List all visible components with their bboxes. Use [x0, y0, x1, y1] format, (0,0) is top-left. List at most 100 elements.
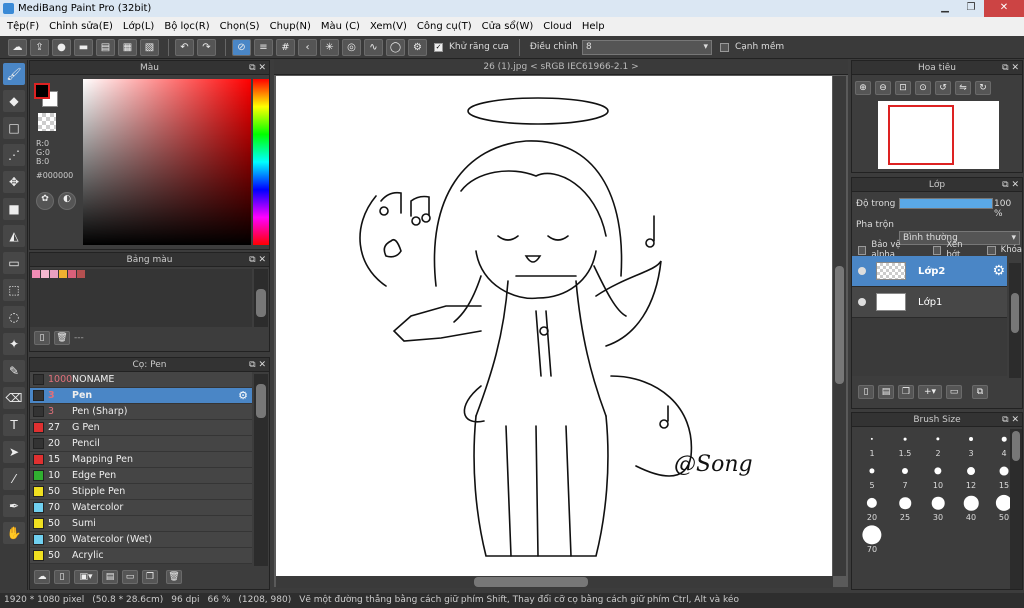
duplicate-layer-icon[interactable]: ⧉ [972, 385, 988, 399]
settings-icon[interactable]: ⚙ [408, 38, 427, 56]
brush-size-option[interactable]: 3 [955, 427, 987, 459]
brush-size-option[interactable]: 30 [922, 491, 954, 523]
operation-tool-icon[interactable]: ➤ [3, 441, 25, 463]
minimize-icon[interactable]: ▁ [932, 0, 958, 17]
bucket-tool-icon[interactable]: ◭ [3, 225, 25, 247]
brush-size-scrollbar[interactable] [1010, 429, 1022, 589]
palette-swatch[interactable] [59, 270, 67, 278]
export-icon[interactable]: ⇪ [30, 38, 49, 56]
canvas-vertical-scrollbar[interactable] [833, 76, 846, 576]
zoom-in-icon[interactable]: ⊕ [855, 81, 871, 95]
radial-snap-icon[interactable]: ✳ [320, 38, 339, 56]
magic-wand-tool-icon[interactable]: ✦ [3, 333, 25, 355]
text-tool-icon[interactable]: T [3, 414, 25, 436]
frame-icon[interactable]: ▧ [140, 38, 159, 56]
layer-settings-icon[interactable]: ⚙ [992, 263, 1005, 279]
panel-close-icon[interactable]: ⧉ ✕ [249, 253, 266, 267]
curve-snap-icon[interactable]: ∿ [364, 38, 383, 56]
brush-size-option[interactable]: 40 [955, 491, 987, 523]
brush-item[interactable]: 1000 NONAME [30, 372, 252, 388]
delete-palette-icon[interactable]: 🗑 [54, 331, 70, 345]
select-tool-icon[interactable]: ⬚ [3, 279, 25, 301]
opacity-slider[interactable] [899, 198, 993, 209]
hue-slider[interactable] [253, 79, 269, 245]
brush-size-option[interactable]: 10 [922, 459, 954, 491]
parallel-snap-icon[interactable]: ≡ [254, 38, 273, 56]
menu-view[interactable]: Xem(V) [365, 21, 412, 32]
clipping-checkbox[interactable] [933, 245, 942, 255]
select-eraser-tool-icon[interactable]: ⌫ [3, 387, 25, 409]
cloud-icon[interactable]: ☁ [8, 38, 27, 56]
brush-item[interactable]: 50 Sumi [30, 516, 252, 532]
duplicate-brush-icon[interactable]: ❐ [142, 570, 158, 584]
palette-icon[interactable]: ✿ [36, 192, 54, 210]
panel-icon[interactable]: ▦ [118, 38, 137, 56]
palette-swatch[interactable] [77, 270, 85, 278]
brush-item[interactable]: 70 Watercolor [30, 500, 252, 516]
menu-help[interactable]: Help [577, 21, 610, 32]
menu-tools[interactable]: Công cụ(T) [412, 21, 477, 32]
zoom-out-icon[interactable]: ⊖ [875, 81, 891, 95]
canvas-tab[interactable]: 26 (1).jpg < sRGB IEC61966-2.1 > [274, 59, 848, 75]
brush-size-option[interactable]: 12 [955, 459, 987, 491]
palette-swatch[interactable] [32, 270, 40, 278]
rotate-right-icon[interactable]: ↻ [975, 81, 991, 95]
visibility-icon[interactable] [858, 267, 866, 275]
saturation-value-picker[interactable] [83, 79, 251, 245]
snap-off-icon[interactable]: ⊘ [232, 38, 251, 56]
fit-icon[interactable]: ⊡ [895, 81, 911, 95]
antialias-checkbox[interactable]: ✓ [434, 42, 443, 52]
gradient-tool-icon[interactable]: ▭ [3, 252, 25, 274]
panel-close-icon[interactable]: ⧉ ✕ [249, 61, 266, 75]
brush-size-option[interactable]: 1 [856, 427, 888, 459]
layer-folder-icon[interactable]: ▭ [946, 385, 962, 399]
protect-alpha-checkbox[interactable] [858, 245, 867, 255]
menu-cloud[interactable]: Cloud [538, 21, 577, 32]
eyedropper-tool-icon[interactable]: ⁄ [3, 468, 25, 490]
brush-item[interactable]: 300 Watercolor (Wet) [30, 532, 252, 548]
hand-tool-icon[interactable]: ✋ [3, 522, 25, 544]
brush-size-option[interactable]: 5 [856, 459, 888, 491]
new-layer-icon[interactable]: ▯ [858, 385, 874, 399]
radial-line-icon[interactable]: ‹ [298, 38, 317, 56]
brush-item[interactable]: 20 Pencil [30, 436, 252, 452]
palette-swatch[interactable] [68, 270, 76, 278]
ellipse-snap-icon[interactable]: ◯ [386, 38, 405, 56]
text-bubble-icon[interactable]: ▬ [74, 38, 93, 56]
drawing-canvas[interactable]: @Song [276, 76, 832, 576]
rotate-left-icon[interactable]: ↺ [935, 81, 951, 95]
brush-settings-gear-icon[interactable]: ⚙ [238, 389, 248, 402]
eraser-tool-icon[interactable]: ◆ [3, 90, 25, 112]
palette-swatch[interactable] [50, 270, 58, 278]
brush-size-option[interactable]: 1.5 [889, 427, 921, 459]
brush-size-option[interactable]: 20 [856, 491, 888, 523]
brush-size-option[interactable]: 70 [856, 523, 888, 555]
lock-checkbox[interactable] [987, 245, 996, 255]
menu-file[interactable]: Tệp(F) [2, 21, 44, 32]
brush-size-option[interactable]: 7 [889, 459, 921, 491]
viewport-indicator[interactable] [888, 105, 954, 165]
maximize-icon[interactable]: ❐ [958, 0, 984, 17]
brush-item[interactable]: 50 Stipple Pen [30, 484, 252, 500]
menu-window[interactable]: Cửa sổ(W) [477, 21, 539, 32]
undo-icon[interactable]: ↶ [175, 38, 194, 56]
panel-close-icon[interactable]: ⧉ ✕ [249, 358, 266, 372]
cloud-brush-icon[interactable]: ☁ [34, 570, 50, 584]
visibility-icon[interactable] [858, 298, 866, 306]
delete-brush-icon[interactable]: 🗑 [166, 570, 182, 584]
move-tool-icon[interactable]: ✥ [3, 171, 25, 193]
menu-filter[interactable]: Bộ lọc(R) [159, 21, 214, 32]
foreground-color[interactable] [34, 83, 50, 99]
brush-item[interactable]: 50 Acrylic [30, 548, 252, 564]
brush-item[interactable]: 3 Pen ⚙ [30, 388, 252, 404]
copy-layer-icon[interactable]: ❐ [898, 385, 914, 399]
pen-tool-icon[interactable]: ✒ [3, 495, 25, 517]
brush-item[interactable]: 15 Mapping Pen [30, 452, 252, 468]
menu-color[interactable]: Màu (C) [316, 21, 365, 32]
panel-close-icon[interactable]: ⧉ ✕ [1002, 178, 1019, 192]
palette-scrollbar[interactable] [254, 269, 268, 327]
circle-snap-icon[interactable]: ◎ [342, 38, 361, 56]
menu-snap[interactable]: Chụp(N) [265, 21, 316, 32]
panel-close-icon[interactable]: ⧉ ✕ [1002, 413, 1019, 427]
brush-item[interactable]: 27 G Pen [30, 420, 252, 436]
